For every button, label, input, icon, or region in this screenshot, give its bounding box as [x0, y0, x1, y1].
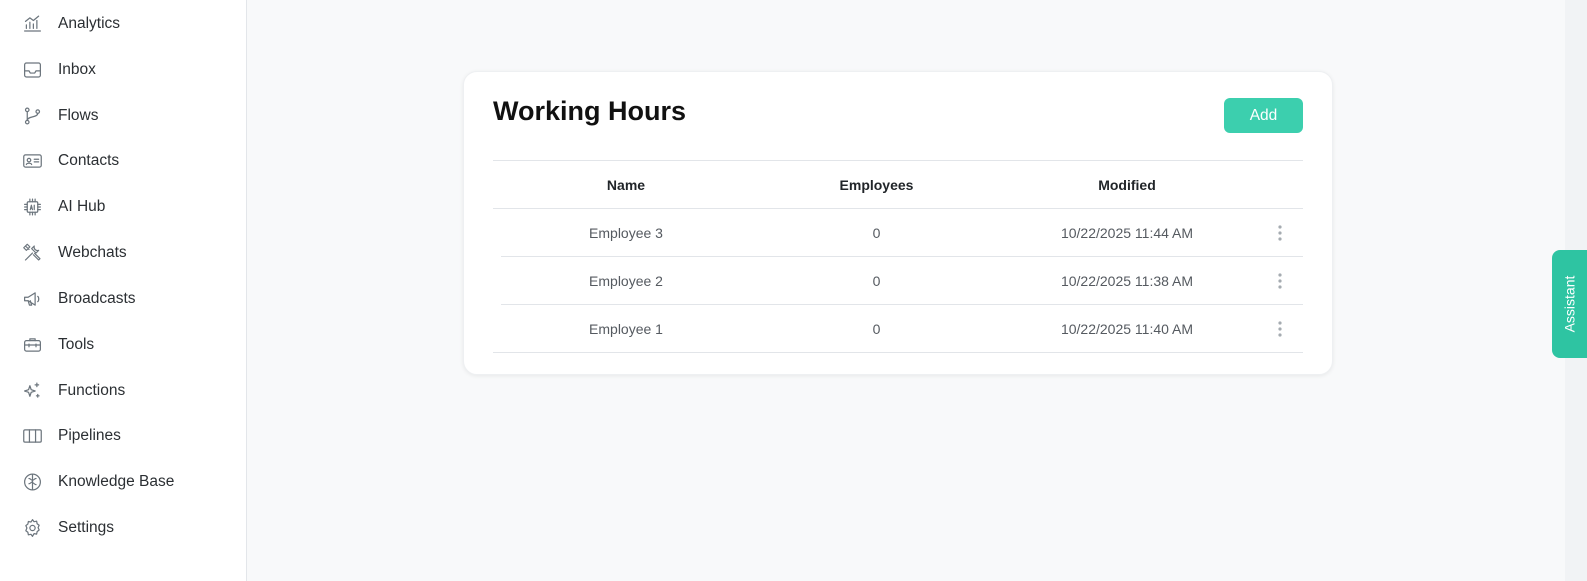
contacts-icon	[22, 151, 43, 172]
columns-icon	[22, 426, 43, 447]
sparkles-icon	[22, 381, 43, 402]
row-modified: 10/22/2025 11:44 AM	[1060, 224, 1194, 241]
table-row[interactable]: Employee 3 0 10/22/2025 11:44 AM	[501, 209, 1303, 257]
sidebar-item-label: Inbox	[58, 61, 96, 78]
column-header-modified[interactable]: Modified	[994, 161, 1260, 208]
megaphone-icon	[22, 289, 43, 310]
sidebar-item-label: AI Hub	[58, 198, 106, 215]
row-actions-menu-icon[interactable]	[1273, 305, 1287, 352]
row-employees: 0	[872, 224, 881, 241]
sidebar-item-flows[interactable]: Flows	[0, 96, 246, 136]
sidebar-item-label: Tools	[58, 336, 95, 353]
sidebar-item-inbox[interactable]: Inbox	[0, 50, 246, 90]
sidebar-item-label: Flows	[58, 107, 99, 124]
table-row[interactable]: Employee 1 0 10/22/2025 11:40 AM	[493, 305, 1303, 353]
column-header-name[interactable]: Name	[493, 161, 759, 208]
toolbox-icon	[22, 335, 43, 356]
flows-icon	[22, 106, 43, 127]
sidebar-item-tools[interactable]: Tools	[0, 325, 246, 365]
row-name: Employee 3	[589, 224, 663, 241]
sidebar-item-broadcasts[interactable]: Broadcasts	[0, 279, 246, 319]
row-employees: 0	[872, 320, 881, 337]
sidebar-item-label: Knowledge Base	[58, 473, 175, 490]
row-employees: 0	[872, 272, 881, 289]
gear-icon	[22, 518, 43, 539]
analytics-icon	[22, 14, 43, 35]
column-header-employees[interactable]: Employees	[759, 161, 994, 208]
sidebar-item-label: Contacts	[58, 152, 120, 169]
row-name: Employee 2	[589, 272, 663, 289]
main-content: Working Hours Add Name Employees Modifie…	[248, 0, 1587, 581]
ai-chip-icon	[22, 197, 43, 218]
sidebar-item-webchats[interactable]: Webchats	[0, 233, 246, 273]
sidebar-item-knowledge-base[interactable]: Knowledge Base	[0, 462, 246, 502]
add-button[interactable]: Add	[1224, 98, 1303, 133]
inbox-icon	[22, 60, 43, 81]
row-name: Employee 1	[589, 320, 663, 337]
working-hours-table: Name Employees Modified Employee 3 0 10/…	[493, 160, 1303, 353]
sidebar-item-settings[interactable]: Settings	[0, 508, 246, 548]
brain-icon	[22, 472, 43, 493]
row-modified: 10/22/2025 11:38 AM	[1060, 272, 1194, 289]
row-modified: 10/22/2025 11:40 AM	[1060, 320, 1194, 337]
sidebar-item-label: Webchats	[58, 244, 127, 261]
table-header-row: Name Employees Modified	[493, 161, 1303, 209]
sidebar-item-analytics[interactable]: Analytics	[0, 4, 246, 44]
sidebar-item-label: Settings	[58, 519, 115, 536]
row-actions-menu-icon[interactable]	[1273, 257, 1287, 304]
page-title: Working Hours	[493, 96, 687, 126]
row-actions-menu-icon[interactable]	[1273, 209, 1287, 256]
sidebar: Analytics Inbox Flows Contacts AI Hub We…	[0, 0, 247, 581]
sidebar-item-label: Functions	[58, 382, 126, 399]
assistant-label: Assistant	[1561, 275, 1578, 333]
sidebar-item-functions[interactable]: Functions	[0, 371, 246, 411]
working-hours-card: Working Hours Add Name Employees Modifie…	[463, 71, 1333, 375]
webchat-tools-icon	[22, 243, 43, 264]
sidebar-item-label: Broadcasts	[58, 290, 136, 307]
sidebar-item-ai-hub[interactable]: AI Hub	[0, 187, 246, 227]
sidebar-item-pipelines[interactable]: Pipelines	[0, 416, 246, 456]
sidebar-item-label: Analytics	[58, 15, 121, 32]
sidebar-item-contacts[interactable]: Contacts	[0, 141, 246, 181]
sidebar-item-label: Pipelines	[58, 427, 121, 444]
assistant-tab[interactable]: Assistant	[1552, 250, 1587, 358]
table-row[interactable]: Employee 2 0 10/22/2025 11:38 AM	[501, 257, 1303, 305]
